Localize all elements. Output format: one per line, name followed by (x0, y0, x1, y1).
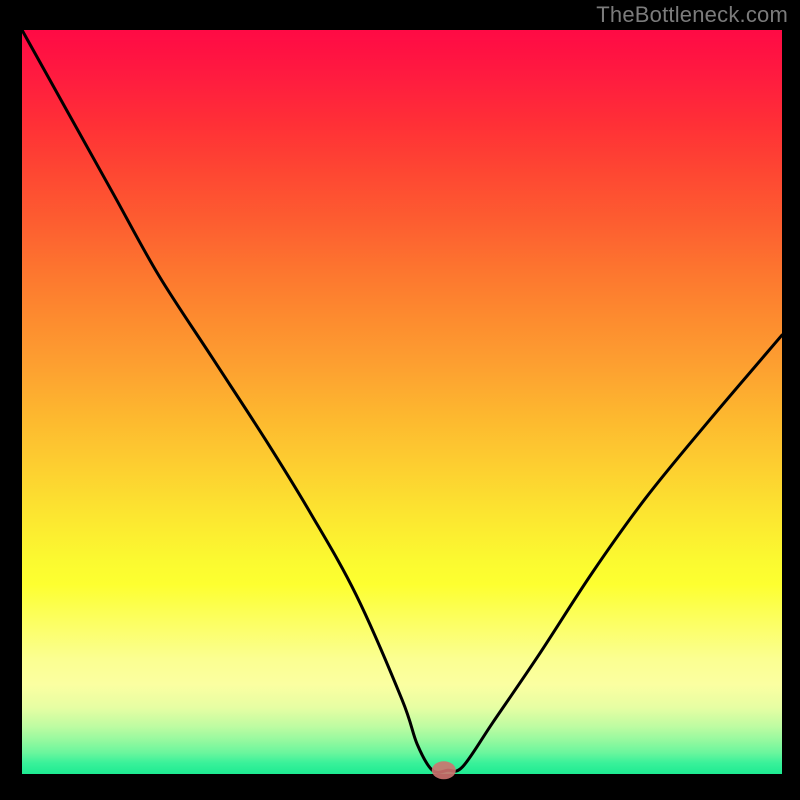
plot-area (22, 30, 782, 774)
watermark-text: TheBottleneck.com (596, 2, 788, 28)
chart-stage: TheBottleneck.com (0, 0, 800, 800)
bottleneck-chart (0, 0, 800, 800)
optimal-marker-icon (432, 761, 456, 779)
